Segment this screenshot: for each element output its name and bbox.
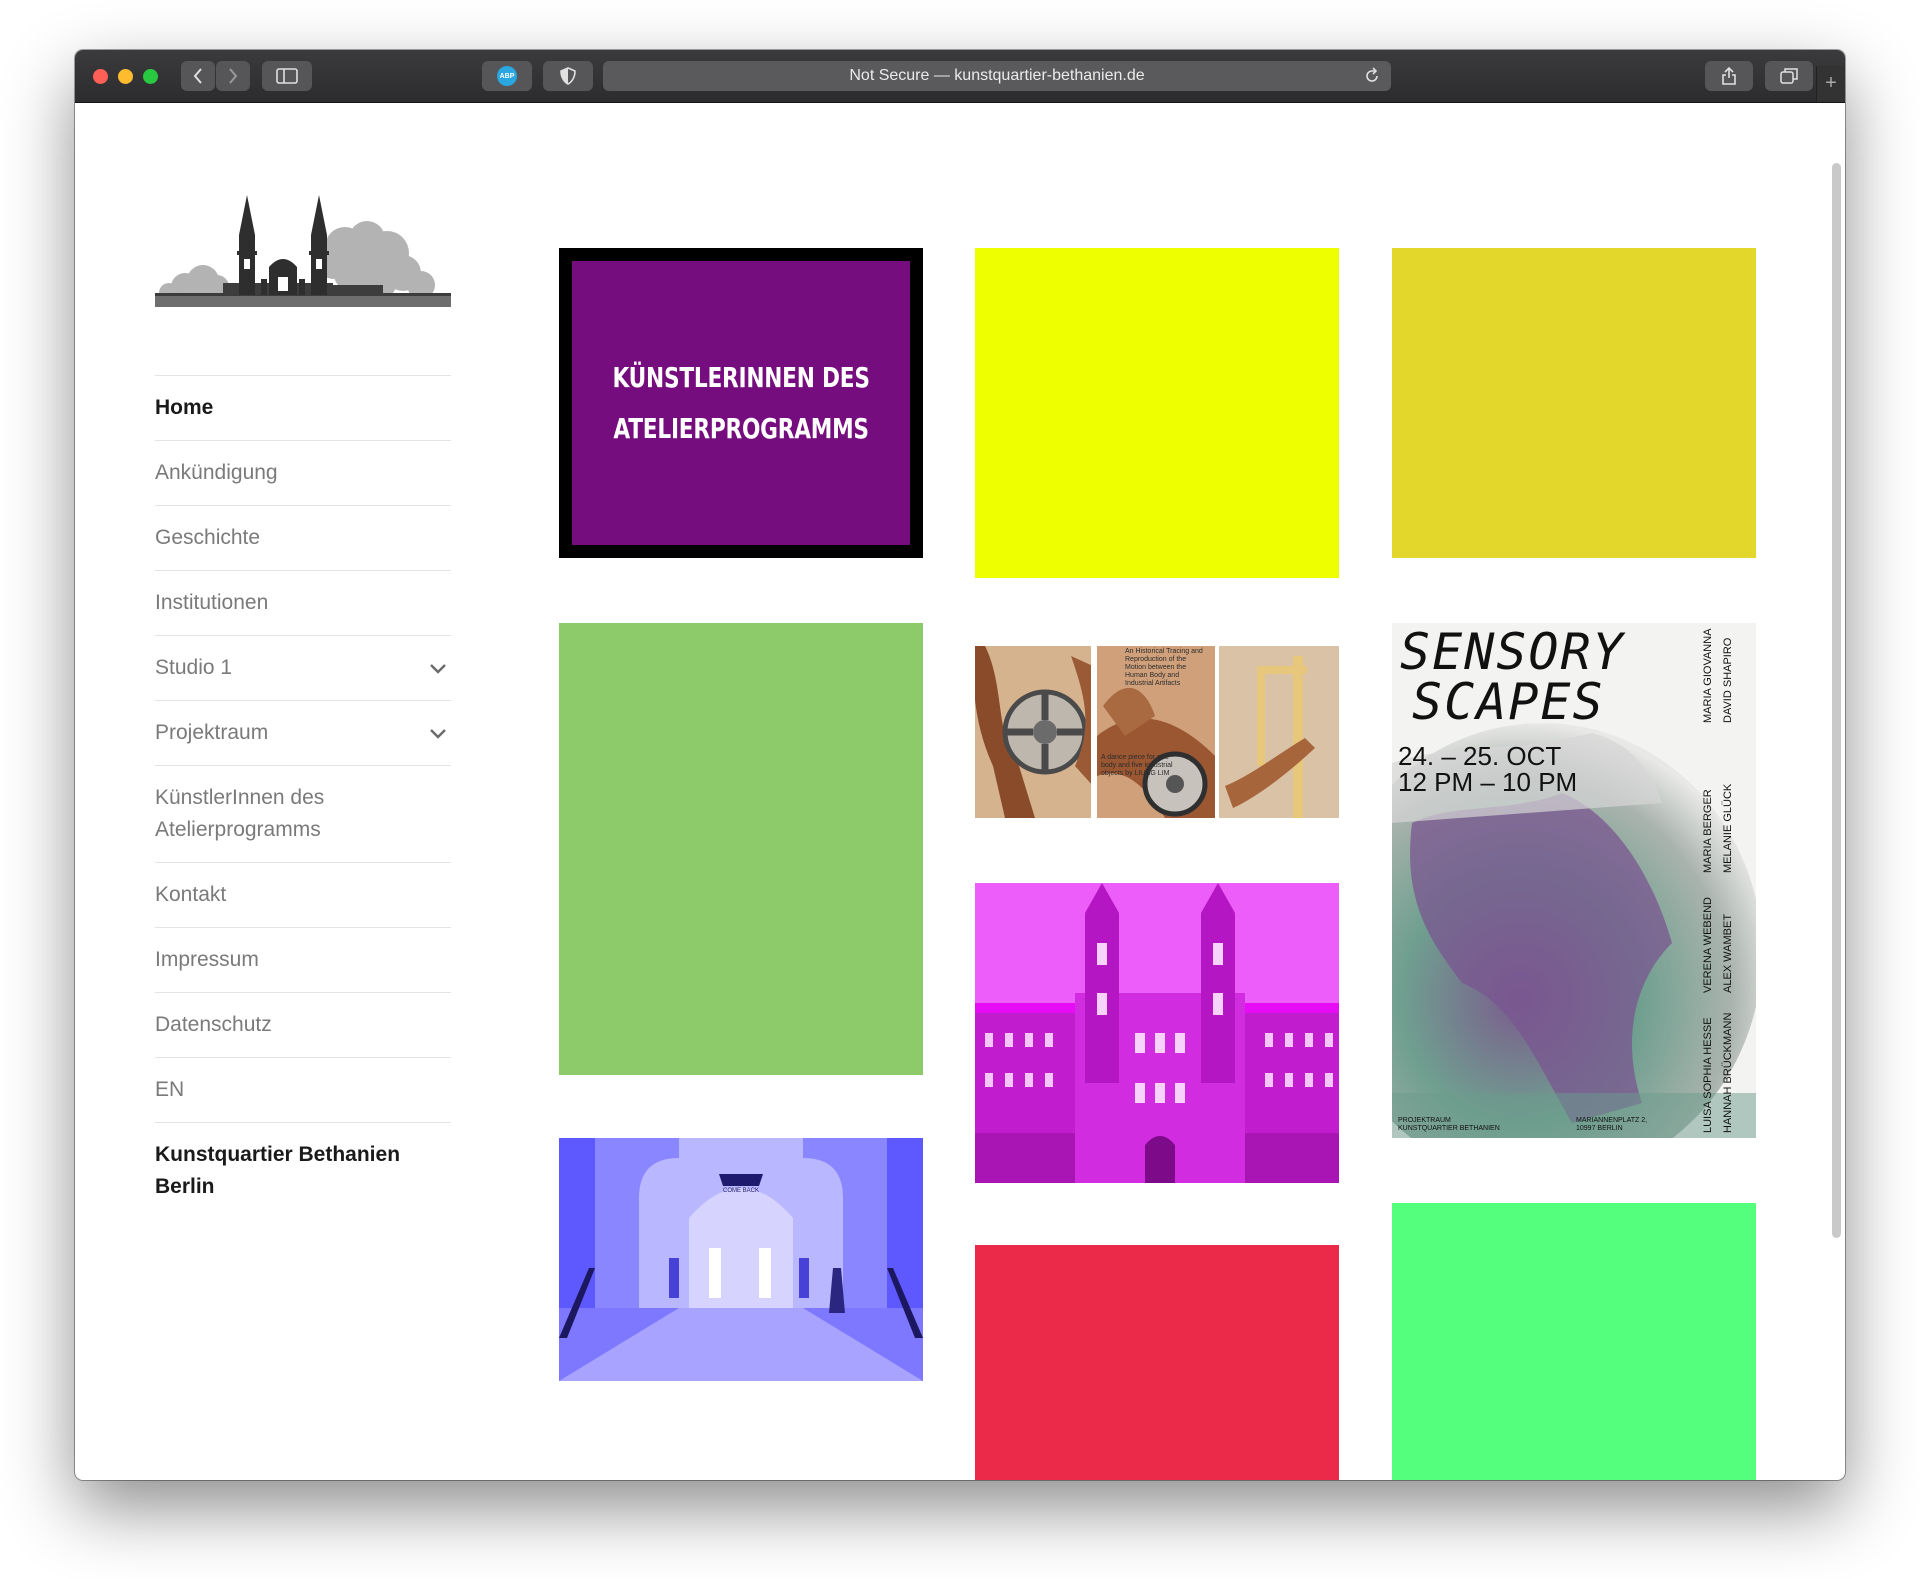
privacy-report-button[interactable] xyxy=(543,61,593,91)
nav-item-projektraum[interactable]: Projektraum xyxy=(155,700,451,765)
site-logo[interactable] xyxy=(155,195,451,307)
chevron-left-icon xyxy=(193,68,202,84)
nav-item-label: Geschichte xyxy=(155,526,261,549)
building-image xyxy=(975,883,1339,1183)
sidebar-icon xyxy=(276,68,298,84)
share-icon xyxy=(1722,66,1736,85)
tile-heading: KÜNSTLERINNEN DES ATELIERPROGRAMMS xyxy=(612,361,870,445)
sensory-artist-list: MARIA GIOVANNA DAVID SHAPIRO MARIA BERGE… xyxy=(1702,628,1734,1133)
tile-neon-green[interactable] xyxy=(1392,1203,1756,1480)
page-content: Home Ankündigung Geschichte Institutione… xyxy=(75,103,1845,1480)
nav-item-label: Institutionen xyxy=(155,591,269,614)
dance-poster-text-1: An Historical Tracing and Reproduction o… xyxy=(1125,648,1203,687)
nav-item-label: Kontakt xyxy=(155,883,227,906)
nav-item-label: Studio 1 xyxy=(155,656,233,679)
nav-item-ankuendigung[interactable]: Ankündigung xyxy=(155,440,451,505)
zoom-window-button[interactable] xyxy=(143,69,158,84)
nav-item-geschichte[interactable]: Geschichte xyxy=(155,505,451,570)
chevron-down-icon[interactable] xyxy=(427,657,449,679)
nav-item-label: Projektraum xyxy=(155,721,269,744)
nav-item-label: Ankündigung xyxy=(155,461,278,484)
forward-button[interactable] xyxy=(216,61,250,91)
nav-item-kuenstlerinnen[interactable]: KünstlerInnen des Atelierprogramms xyxy=(155,765,451,862)
nav-item-datenschutz[interactable]: Datenschutz xyxy=(155,992,451,1057)
sensory-title: SENSORY SCAPES xyxy=(1400,623,1625,731)
tile-purple-panel: KÜNSTLERINNEN DES ATELIERPROGRAMMS xyxy=(572,261,910,545)
plus-icon: + xyxy=(1825,72,1837,94)
hall-sign-text: COME BACK xyxy=(722,1188,759,1194)
browser-window: ABP Not Secure — kunstquartier-bethanien… xyxy=(75,50,1845,1480)
sensory-dates: 24. – 25. OCT 12 PM – 10 PM xyxy=(1398,741,1578,797)
nav-item-en[interactable]: EN xyxy=(155,1057,451,1122)
nav-item-home[interactable]: Home xyxy=(155,375,451,440)
nav-item-label: Datenschutz xyxy=(155,1013,272,1036)
tile-bethanien-building[interactable] xyxy=(975,883,1339,1183)
address-bar[interactable]: Not Secure — kunstquartier-bethanien.de xyxy=(603,61,1391,91)
sensory-address: MARIANNENPLATZ 2, 10997 BERLIN xyxy=(1576,1117,1648,1132)
tabs-icon xyxy=(1780,68,1798,84)
reload-icon[interactable] xyxy=(1363,67,1381,85)
tile-kuenstlerinnen-atelierprogramm[interactable]: KÜNSTLERINNEN DES ATELIERPROGRAMMS xyxy=(559,248,923,558)
new-tab-button[interactable]: + xyxy=(1816,66,1845,102)
tile-exhibition-hall[interactable]: COME BACK xyxy=(559,1138,923,1381)
shield-icon xyxy=(560,67,576,85)
tile-sensory-scapes-poster[interactable]: SENSORY SCAPES 24. – 25. OCT 12 PM – 10 … xyxy=(1392,623,1756,1138)
tile-red[interactable] xyxy=(975,1245,1339,1480)
hall-image xyxy=(559,1138,923,1381)
nav-item-studio-1[interactable]: Studio 1 xyxy=(155,635,451,700)
close-window-button[interactable] xyxy=(93,69,108,84)
nav-item-kontakt[interactable]: Kontakt xyxy=(155,862,451,927)
dance-poster-text-2: A dance piece for one body and five indu… xyxy=(1101,754,1173,777)
minimize-window-button[interactable] xyxy=(118,69,133,84)
tabs-overview-button[interactable] xyxy=(1765,61,1813,91)
chevron-down-icon[interactable] xyxy=(427,722,449,744)
nav-item-impressum[interactable]: Impressum xyxy=(155,927,451,992)
tile-green[interactable] xyxy=(559,623,923,1075)
title-bar: ABP Not Secure — kunstquartier-bethanien… xyxy=(75,50,1845,103)
tile-dance-poster[interactable]: An Historical Tracing and Reproduction o… xyxy=(975,646,1339,818)
adblock-icon: ABP xyxy=(497,66,517,86)
site-title[interactable]: Kunstquartier Bethanien Berlin xyxy=(155,1122,451,1203)
adblock-extension-button[interactable]: ABP xyxy=(482,61,532,91)
share-button[interactable] xyxy=(1705,61,1753,91)
address-text: Not Secure — kunstquartier-bethanien.de xyxy=(849,67,1145,84)
tile-mustard[interactable] xyxy=(1392,248,1756,558)
nav-item-institutionen[interactable]: Institutionen xyxy=(155,570,451,635)
sidebar-toggle-button[interactable] xyxy=(262,61,312,91)
main-navigation: Home Ankündigung Geschichte Institutione… xyxy=(155,375,451,1203)
sensory-venue: PROJEKTRAUM KUNSTQUARTIER BETHANIEN xyxy=(1398,1117,1500,1132)
tile-yellow[interactable] xyxy=(975,248,1339,578)
nav-item-label: Home xyxy=(155,396,214,419)
nav-item-label: EN xyxy=(155,1078,185,1101)
nav-item-label: Impressum xyxy=(155,948,259,971)
back-button[interactable] xyxy=(181,61,215,91)
chevron-right-icon xyxy=(229,68,238,84)
scrollbar-thumb[interactable] xyxy=(1832,163,1841,1238)
nav-item-label: KünstlerInnen des Atelierprogramms xyxy=(155,786,325,841)
